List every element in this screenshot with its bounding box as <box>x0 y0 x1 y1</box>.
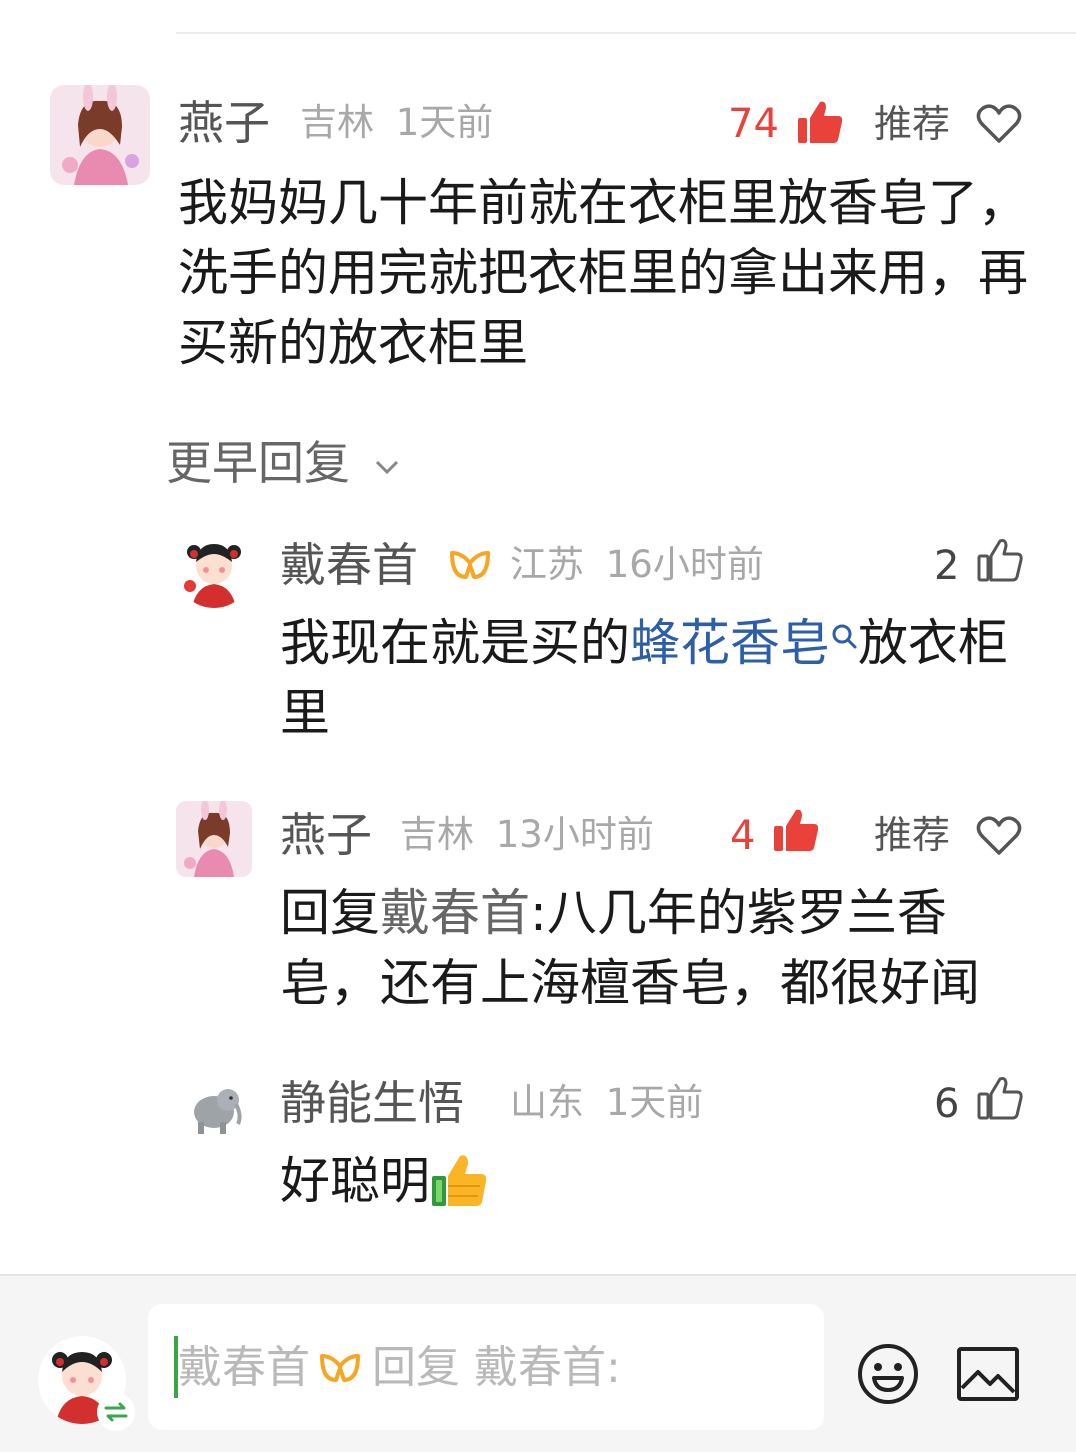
recommend-label[interactable]: 推荐 <box>874 816 950 854</box>
reply-meta: 江苏 16小时前 <box>510 546 764 583</box>
reply-meta: 吉林 13小时前 <box>400 816 654 853</box>
avatar-image <box>176 1070 252 1146</box>
comment-location: 吉林 <box>300 101 374 144</box>
vip-badge-icon <box>320 1354 360 1382</box>
thumbs-up-emoji-icon <box>432 1155 487 1206</box>
search-link[interactable]: 蜂花香皂 <box>630 614 830 672</box>
avatar[interactable] <box>50 85 150 185</box>
reply-author[interactable]: 戴春首 <box>280 542 418 588</box>
recommend-label[interactable]: 推荐 <box>874 105 950 143</box>
reply-location: 江苏 <box>510 543 584 586</box>
reply-location: 山东 <box>510 1081 584 1124</box>
reply-text-before: 我现在就是买的 <box>280 614 630 672</box>
avatar[interactable] <box>176 532 252 608</box>
reply-time: 13小时前 <box>495 813 654 856</box>
like-count: 4 <box>730 813 756 859</box>
thumbs-up-filled-icon[interactable] <box>772 806 820 854</box>
top-divider <box>176 32 1076 34</box>
comment-input-bar: 戴春首 回复 戴春首: <box>0 1274 1076 1452</box>
avatar[interactable] <box>176 801 252 877</box>
comment-time: 1天前 <box>395 101 494 144</box>
earlier-replies-toggle[interactable]: 更早回复 <box>166 440 401 486</box>
reply-location: 吉林 <box>400 813 474 856</box>
like-count: 6 <box>934 1081 960 1127</box>
comment-meta: 吉林 1天前 <box>300 104 493 141</box>
like-count: 2 <box>934 543 960 589</box>
heart-outline-icon[interactable] <box>976 103 1022 145</box>
switch-account-icon[interactable] <box>96 1392 136 1432</box>
comment-input[interactable]: 戴春首 回复 戴春首: <box>148 1304 824 1430</box>
thumbs-up-filled-icon[interactable] <box>796 98 844 146</box>
reply-to-name[interactable]: 戴春首 <box>380 884 530 942</box>
placeholder-author: 戴春首 <box>178 1342 310 1393</box>
reply-prefix: 回复 <box>280 884 380 942</box>
heart-outline-icon[interactable] <box>976 815 1022 857</box>
reply-time: 16小时前 <box>605 543 764 586</box>
reply-author[interactable]: 燕子 <box>280 812 372 858</box>
avatar-image <box>176 801 252 877</box>
placeholder-reply-to: 回复 戴春首: <box>372 1342 621 1393</box>
reply-text: 好聪明 <box>280 1146 1040 1216</box>
reply-author[interactable]: 静能生悟 <box>280 1080 464 1126</box>
input-placeholder: 戴春首 回复 戴春首: <box>178 1346 621 1390</box>
comment-text: 我妈妈几十年前就在衣柜里放香皂了，洗手的用完就把衣柜里的拿出来用，再买新的放衣柜… <box>178 174 1028 372</box>
emoji-icon[interactable] <box>856 1342 920 1406</box>
image-icon[interactable] <box>956 1346 1020 1402</box>
comment-author[interactable]: 燕子 <box>178 100 270 146</box>
earlier-replies-label: 更早回复 <box>166 436 350 490</box>
reply-text: 我现在就是买的蜂花香皂 放衣柜里 <box>280 608 1040 748</box>
thumbs-up-outline-icon[interactable] <box>976 1074 1024 1122</box>
search-icon[interactable] <box>830 622 858 652</box>
thumbs-up-outline-icon[interactable] <box>976 536 1024 584</box>
avatar-image <box>50 85 150 185</box>
reply-body: 好聪明 <box>280 1152 430 1210</box>
chevron-down-icon <box>375 460 398 474</box>
reply-time: 1天前 <box>605 1081 704 1124</box>
reply-meta: 山东 1天前 <box>510 1084 703 1121</box>
avatar-image <box>176 532 252 608</box>
vip-badge-icon <box>450 551 490 579</box>
avatar[interactable] <box>176 1070 252 1146</box>
reply-text: 回复戴春首:八几年的紫罗兰香皂，还有上海檀香皂，都很好闻 <box>280 878 1040 1018</box>
like-count: 74 <box>728 101 779 147</box>
